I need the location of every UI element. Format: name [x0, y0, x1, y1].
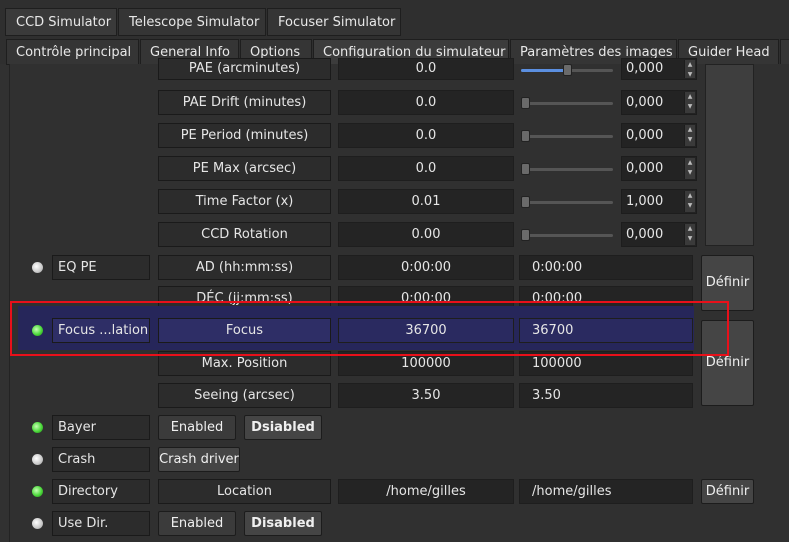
directory-status-light — [32, 486, 43, 497]
ccd-rotation-value: 0.00 — [338, 222, 514, 247]
pae-drift-slider[interactable] — [521, 95, 613, 111]
crash-status-light — [32, 454, 43, 465]
pae-value: 0.0 — [338, 58, 514, 80]
spin-arrows-icon[interactable]: ▲ ▼ — [684, 224, 695, 245]
pe-period-slider[interactable] — [521, 128, 613, 144]
seeing-value: 3.50 — [338, 383, 514, 408]
directory-group-label: Directory — [52, 479, 150, 504]
pae-drift-value: 0.0 — [338, 90, 514, 115]
pae-slider[interactable] — [521, 62, 613, 78]
ccd-rotation-slider[interactable] — [521, 227, 613, 243]
eq-pe-status-light — [32, 262, 43, 273]
pe-max-slider[interactable] — [521, 161, 613, 177]
tab-telescope-simulator[interactable]: Telescope Simulator — [118, 8, 266, 36]
crash-group-label: Crash — [52, 447, 150, 472]
pe-max-spinbox[interactable]: 0,000 ▲ ▼ — [621, 156, 697, 181]
bayer-disabled-button[interactable]: Dsiabled — [244, 415, 322, 440]
ad-input[interactable]: 0:00:00 — [519, 255, 693, 280]
ccd-rotation-label: CCD Rotation — [158, 222, 331, 247]
spin-arrows-icon[interactable]: ▲ ▼ — [684, 60, 695, 78]
tab-controle-principal[interactable]: Contrôle principal — [6, 39, 139, 65]
location-input[interactable]: /home/gilles — [519, 479, 693, 504]
bayer-enabled-button[interactable]: Enabled — [158, 415, 236, 440]
pe-period-spinbox[interactable]: 0,000 ▲ ▼ — [621, 123, 697, 148]
time-factor-label: Time Factor (x) — [158, 189, 331, 214]
ad-label: AD (hh:mm:ss) — [158, 255, 331, 280]
pe-max-value: 0.0 — [338, 156, 514, 181]
seeing-input[interactable]: 3.50 — [519, 383, 693, 408]
tab-overflow[interactable] — [780, 39, 789, 65]
top-tab-bar: CCD Simulator Telescope Simulator Focuse… — [0, 0, 789, 36]
directory-set-button[interactable]: Définir — [701, 479, 754, 504]
bayer-status-light — [32, 422, 43, 433]
tab-focuser-simulator[interactable]: Focuser Simulator — [267, 8, 401, 36]
eq-pe-group-label: EQ PE — [52, 255, 150, 280]
spin-arrows-icon[interactable]: ▲ ▼ — [684, 191, 695, 212]
pe-max-label: PE Max (arcsec) — [158, 156, 331, 181]
use-dir-disabled-button[interactable]: Disabled — [244, 511, 322, 536]
ad-value: 0:00:00 — [338, 255, 514, 280]
pae-spinbox[interactable]: 0,000 ▲ ▼ — [621, 58, 697, 80]
bayer-group-label: Bayer — [52, 415, 150, 440]
location-label: Location — [158, 479, 331, 504]
spin-arrows-icon[interactable]: ▲ ▼ — [684, 92, 695, 113]
spin-arrows-icon[interactable]: ▲ ▼ — [684, 158, 695, 179]
use-dir-group-label: Use Dir. — [52, 511, 150, 536]
tab-ccd-simulator[interactable]: CCD Simulator — [5, 8, 117, 36]
set-button-top-group[interactable] — [705, 64, 754, 246]
pae-drift-spinbox[interactable]: 0,000 ▲ ▼ — [621, 90, 697, 115]
ccd-rotation-spinbox[interactable]: 0,000 ▲ ▼ — [621, 222, 697, 247]
pae-label: PAE (arcminutes) — [158, 58, 331, 80]
use-dir-status-light — [32, 518, 43, 529]
time-factor-spinbox[interactable]: 1,000 ▲ ▼ — [621, 189, 697, 214]
spin-arrows-icon[interactable]: ▲ ▼ — [684, 125, 695, 146]
use-dir-enabled-button[interactable]: Enabled — [158, 511, 236, 536]
crash-driver-button[interactable]: Crash driver — [158, 447, 240, 472]
seeing-label: Seeing (arcsec) — [158, 383, 331, 408]
pae-drift-label: PAE Drift (minutes) — [158, 90, 331, 115]
pe-period-label: PE Period (minutes) — [158, 123, 331, 148]
pe-period-value: 0.0 — [338, 123, 514, 148]
time-factor-value: 0.01 — [338, 189, 514, 214]
selection-box — [10, 301, 729, 356]
location-value: /home/gilles — [338, 479, 514, 504]
time-factor-slider[interactable] — [521, 194, 613, 210]
